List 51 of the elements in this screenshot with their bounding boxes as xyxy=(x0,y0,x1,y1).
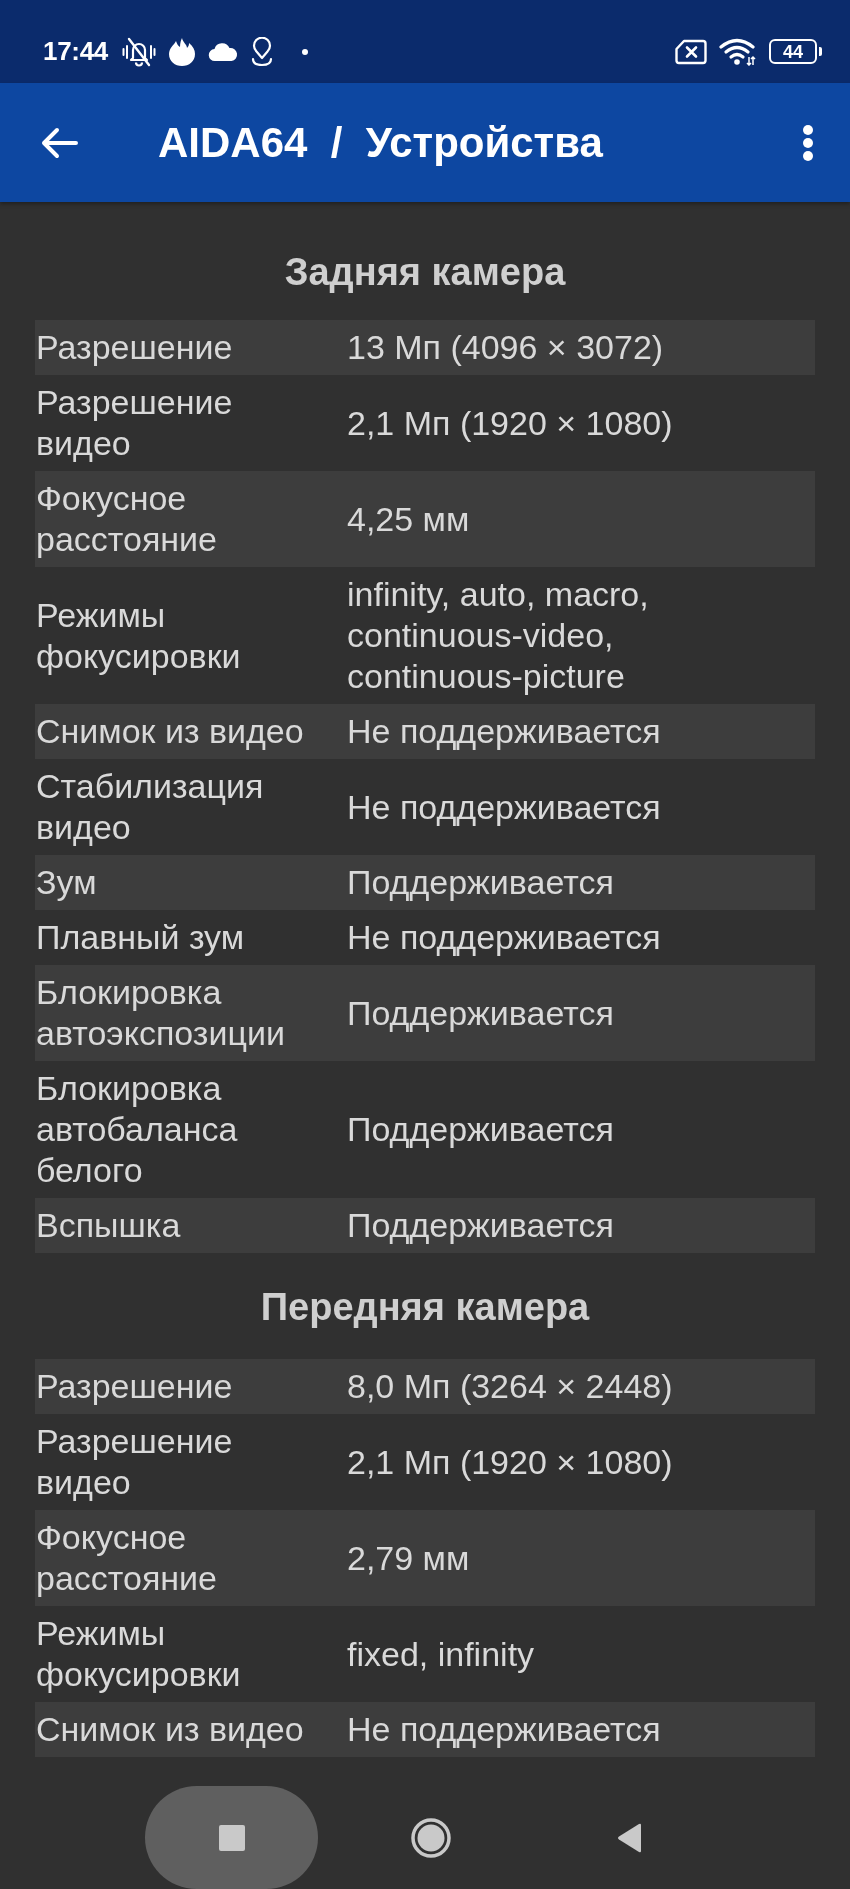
row-label: Стабилизация видео xyxy=(35,766,265,848)
row-label: Плавный зум xyxy=(35,917,246,958)
location-pin-icon xyxy=(250,36,274,67)
back-arrow-icon xyxy=(40,126,78,159)
cloud-icon xyxy=(208,41,238,62)
section-title: Задняя камера xyxy=(284,250,566,294)
row-value: 13 Мп (4096 × 3072) xyxy=(347,327,665,368)
row-label: Фокусное расстояние xyxy=(35,478,218,560)
row-label: Блокировка автоэкспозиции xyxy=(35,972,286,1054)
muted-bell-icon xyxy=(122,36,156,67)
flame-icon xyxy=(168,36,196,67)
no-sim-icon xyxy=(675,38,707,65)
row-value: 2,1 Мп (1920 × 1080) xyxy=(347,1441,674,1483)
wifi-icon xyxy=(719,37,757,66)
row-label: Фокусное расстояние xyxy=(35,1517,218,1599)
row-label: Режимы фокусировки xyxy=(35,1613,242,1695)
status-time: 17:44 xyxy=(43,36,108,67)
row-label: Снимок из видео xyxy=(35,711,305,752)
row-label: Зум xyxy=(35,862,98,903)
triangle-icon xyxy=(616,1822,643,1853)
row-value: Поддерживается xyxy=(347,862,615,903)
square-icon xyxy=(218,1824,245,1851)
row-value: 2,1 Мп (1920 × 1080) xyxy=(347,402,674,444)
row-value: Не поддерживается xyxy=(347,1709,662,1750)
row-value: fixed, infinity xyxy=(347,1633,536,1675)
row-label: Снимок из видео xyxy=(35,1709,305,1750)
dot-icon xyxy=(302,48,308,55)
back-button[interactable] xyxy=(40,126,78,159)
row-label: Блокировка автобаланса белого xyxy=(35,1068,239,1191)
circle-icon xyxy=(410,1817,451,1858)
more-vertical-icon xyxy=(802,124,814,161)
row-value: 4,25 мм xyxy=(347,498,471,540)
row-value: Не поддерживается xyxy=(347,786,662,828)
row-value: Поддерживается xyxy=(347,1109,615,1150)
row-label: Вспышка xyxy=(35,1205,182,1246)
row-value: Не поддерживается xyxy=(347,711,662,752)
row-value: Поддерживается xyxy=(347,992,615,1034)
more-options-button[interactable] xyxy=(802,124,814,161)
battery-percent: 44 xyxy=(783,42,803,61)
row-value: Поддерживается xyxy=(347,1205,615,1246)
row-value: 8,0 Мп (3264 × 2448) xyxy=(347,1366,674,1407)
row-label: Разрешение видео xyxy=(35,1421,234,1503)
row-label: Разрешение xyxy=(35,327,234,368)
row-value: infinity, auto, macro, continuous-video, continuous-picture xyxy=(347,574,650,697)
app-title: AIDA64 / Устройства xyxy=(158,118,604,167)
row-value: Не поддерживается xyxy=(347,917,662,958)
section-title: Передняя камера xyxy=(260,1285,590,1329)
row-value: 2,79 мм xyxy=(347,1537,471,1579)
row-label: Разрешение xyxy=(35,1366,234,1407)
row-label: Режимы фокусировки xyxy=(35,594,242,677)
row-label: Разрешение видео xyxy=(35,382,234,464)
